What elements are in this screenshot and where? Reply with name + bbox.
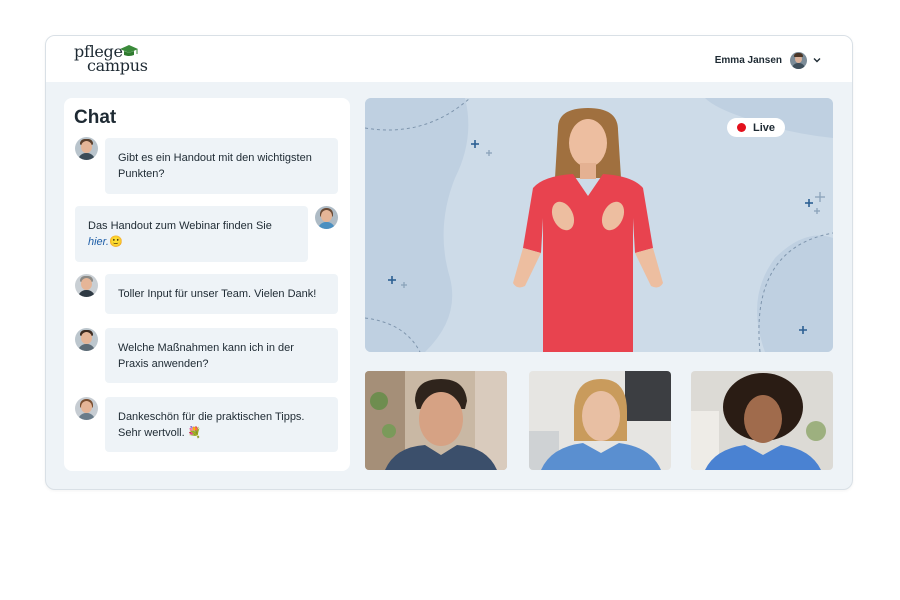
smile-emoji-icon: 🙂 (109, 236, 123, 248)
chat-message: Toller Input für unser Team. Vielen Dank… (105, 274, 338, 314)
chat-message-text: Dankeschön für die praktischen Tipps. Se… (118, 410, 305, 439)
bouquet-emoji-icon: 💐 (184, 426, 202, 439)
chat-message-text: Toller Input für unser Team. Vielen Dank… (118, 288, 317, 300)
live-label: Live (753, 121, 776, 134)
participant-video-3[interactable] (691, 371, 833, 470)
chat-message: Gibt es ein Handout mit den wichtigsten … (105, 138, 338, 194)
chat-avatar (75, 274, 98, 297)
chevron-down-icon[interactable] (812, 55, 822, 65)
participant-video-1[interactable] (365, 371, 507, 470)
chat-message-text: Das Handout zum Webinar finden Sie (88, 220, 272, 232)
chat-message: Dankeschön für die praktischen Tipps. Se… (105, 397, 338, 452)
chat-avatar (75, 137, 98, 160)
user-menu[interactable]: Emma Jansen (715, 50, 822, 70)
main-video-stage[interactable]: Live (365, 98, 833, 352)
chat-avatar (75, 397, 98, 420)
logo-text-line2: campus (87, 56, 148, 75)
chat-message: Das Handout zum Webinar finden Sie hier.… (75, 206, 308, 262)
chat-message-text: Welche Maßnahmen kann ich in der Praxis … (118, 341, 294, 370)
pflegecampus-logo[interactable]: pflege campus (74, 42, 154, 76)
presenter-video (513, 108, 663, 352)
user-name: Emma Jansen (714, 54, 782, 66)
participant-1-image (365, 371, 507, 470)
app-window: pflege campus Emma Jansen Chat Gibt es e… (45, 35, 853, 490)
chat-avatar (75, 328, 98, 351)
chat-title: Chat (74, 107, 117, 128)
live-badge: Live (727, 118, 785, 137)
chat-avatar (315, 206, 338, 229)
handout-link[interactable]: hier. (88, 236, 109, 248)
chat-panel: Chat Gibt es ein Handout mit den wichtig… (64, 98, 350, 471)
live-indicator-icon (737, 123, 746, 132)
user-avatar[interactable] (790, 51, 807, 69)
participant-3-image (691, 371, 833, 470)
chat-message: Welche Maßnahmen kann ich in der Praxis … (105, 328, 338, 383)
participant-video-2[interactable] (529, 371, 671, 470)
top-bar: pflege campus Emma Jansen (46, 36, 852, 82)
graduation-cap-icon (120, 45, 138, 56)
chat-message-text: Gibt es ein Handout mit den wichtigsten … (118, 152, 312, 180)
participant-2-image (529, 371, 671, 470)
